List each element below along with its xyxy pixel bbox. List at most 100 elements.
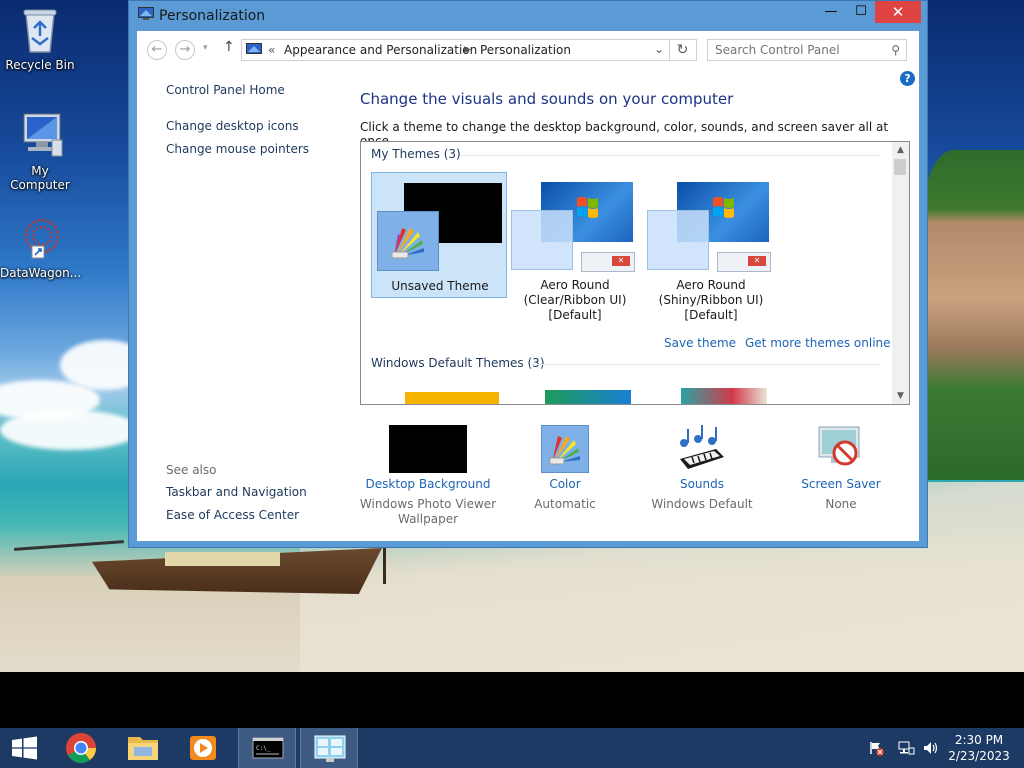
taskbar-file-explorer[interactable]	[114, 728, 172, 768]
address-row: ← → ▾ ↑ « Appearance and Personalization…	[137, 31, 919, 67]
search-icon[interactable]: ⚲	[891, 43, 900, 57]
clock-time: 2:30 PM	[954, 733, 1004, 747]
scroll-up-icon[interactable]: ▲	[892, 145, 909, 155]
action-center-flag-icon[interactable]	[868, 740, 884, 759]
media-player-icon	[190, 736, 216, 760]
chrome-icon	[66, 733, 96, 764]
desktop-icon-my-computer[interactable]: My Computer	[0, 112, 80, 192]
theme-preview-default-3[interactable]	[681, 388, 767, 404]
theme-preview-window	[647, 210, 709, 270]
search-box[interactable]: ⚲	[707, 39, 907, 61]
group-divider	[461, 155, 881, 156]
theme-preview-window	[377, 211, 439, 271]
taskbar: C:\_ 2:30 PM 2/23/2023	[0, 728, 1024, 768]
change-desktop-icons-link[interactable]: Change desktop icons	[166, 119, 299, 133]
setting-value: Windows Default	[651, 497, 753, 511]
control-panel-icon	[314, 735, 346, 762]
theme-preview-dialog: ✕	[717, 252, 771, 272]
breadcrumb-overflow[interactable]: «	[268, 43, 275, 57]
theme-preview-default-1[interactable]	[405, 392, 499, 404]
setting-title[interactable]: Screen Saver	[771, 477, 911, 491]
boat-cabin	[165, 552, 280, 566]
search-input[interactable]	[708, 40, 878, 60]
maximize-button[interactable]: ☐	[847, 1, 875, 23]
cloud	[0, 410, 140, 450]
refresh-button[interactable]: ↻	[669, 39, 695, 61]
folder-icon	[128, 737, 158, 760]
taskbar-command-prompt[interactable]: C:\_	[238, 728, 296, 768]
setting-value: Wallpaper	[397, 512, 459, 526]
theme-label: Aero Round	[540, 278, 610, 292]
control-panel-home-link[interactable]: Control Panel Home	[166, 83, 285, 97]
theme-preview-window	[511, 210, 573, 270]
ease-of-access-link[interactable]: Ease of Access Center	[166, 508, 299, 522]
desktop-background-thumbnail	[389, 425, 467, 473]
theme-label: Aero Round	[676, 278, 746, 292]
theme-label: (Shiny/Ribbon UI)	[658, 293, 764, 307]
address-dropdown-icon[interactable]: ⌄	[654, 42, 664, 56]
recent-pages-dropdown[interactable]: ▾	[203, 43, 208, 53]
setting-title[interactable]: Color	[495, 477, 635, 491]
desktop-icon-label: Recycle Bin	[5, 58, 75, 72]
desktop-icon-recycle-bin[interactable]: Recycle Bin	[0, 6, 80, 72]
taskbar-media-player[interactable]	[174, 728, 232, 768]
start-button[interactable]	[0, 728, 50, 768]
setting-title[interactable]: Desktop Background	[358, 477, 498, 491]
my-computer-icon	[18, 112, 63, 160]
theme-label: [Default]	[684, 308, 738, 322]
command-prompt-icon: C:\_	[252, 737, 284, 759]
group-divider	[531, 364, 881, 365]
my-themes-header[interactable]: My Themes (3)	[371, 147, 461, 161]
windows-default-themes-header[interactable]: Windows Default Themes (3)	[371, 356, 545, 370]
back-button[interactable]: ←	[147, 40, 167, 60]
system-clock[interactable]: 2:30 PM 2/23/2023	[944, 732, 1014, 764]
desktop-icon-label: My Computer	[10, 164, 70, 192]
theme-unsaved[interactable]: Unsaved Theme	[371, 172, 507, 298]
up-button[interactable]: ↑	[223, 39, 235, 55]
volume-icon[interactable]	[922, 740, 940, 759]
title-bar[interactable]: Personalization — ☐ ✕	[129, 1, 927, 31]
clock-date: 2/23/2023	[948, 749, 1010, 763]
personalization-icon	[138, 7, 154, 21]
close-button[interactable]: ✕	[875, 1, 921, 23]
get-more-themes-link[interactable]: Get more themes online	[745, 336, 891, 350]
breadcrumb-personalization[interactable]: Personalization	[480, 43, 571, 57]
control-panel-icon	[246, 43, 262, 60]
breadcrumb-appearance[interactable]: Appearance and Personalization	[284, 43, 477, 57]
theme-list[interactable]: My Themes (3) Unsaved Theme ✕ Aero Round…	[360, 141, 910, 405]
theme-list-scrollbar[interactable]: ▲ ▼	[892, 142, 909, 404]
forward-button[interactable]: →	[175, 40, 195, 60]
sounds-icon	[676, 423, 728, 473]
setting-value: Automatic	[534, 497, 596, 511]
scrollbar-thumb[interactable]	[894, 159, 906, 175]
taskbar-navigation-link[interactable]: Taskbar and Navigation	[166, 485, 307, 499]
change-mouse-pointers-link[interactable]: Change mouse pointers	[166, 142, 309, 156]
desktop-icon-datawagon[interactable]: DataWagon...	[0, 214, 82, 280]
theme-label: (Clear/Ribbon UI)	[523, 293, 627, 307]
svg-text:C:\_: C:\_	[256, 745, 271, 752]
breadcrumb-separator-icon[interactable]: ▶	[464, 45, 471, 55]
theme-label: [Default]	[548, 308, 602, 322]
desktop-icon-label: DataWagon...	[0, 266, 82, 280]
personalization-window: Personalization — ☐ ✕ ← → ▾ ↑ « Appearan…	[128, 0, 928, 548]
theme-aero-round-clear[interactable]: ✕ Aero Round (Clear/Ribbon UI) [Default]	[507, 172, 643, 322]
minimize-button[interactable]: —	[817, 1, 845, 23]
close-icon: ✕	[612, 256, 630, 266]
setting-title[interactable]: Sounds	[632, 477, 772, 491]
recycle-bin-icon	[18, 6, 62, 54]
setting-value: Windows Photo Viewer	[359, 497, 497, 511]
cliff	[924, 150, 1024, 480]
address-bar[interactable]: « Appearance and Personalization ▶ Perso…	[241, 39, 697, 61]
save-theme-link[interactable]: Save theme	[664, 336, 736, 350]
theme-preview-default-2[interactable]	[545, 390, 631, 404]
screen-saver-icon	[815, 423, 867, 473]
theme-label: Unsaved Theme	[391, 279, 489, 293]
taskbar-chrome[interactable]	[52, 728, 110, 768]
windows-start-icon	[12, 736, 37, 760]
color-palette-icon	[541, 425, 589, 473]
network-icon[interactable]	[897, 740, 915, 759]
taskbar-control-panel[interactable]	[300, 728, 358, 768]
scroll-down-icon[interactable]: ▼	[892, 391, 909, 401]
theme-aero-round-shiny[interactable]: ✕ Aero Round (Shiny/Ribbon UI) [Default]	[643, 172, 779, 322]
help-icon[interactable]: ?	[900, 71, 915, 86]
